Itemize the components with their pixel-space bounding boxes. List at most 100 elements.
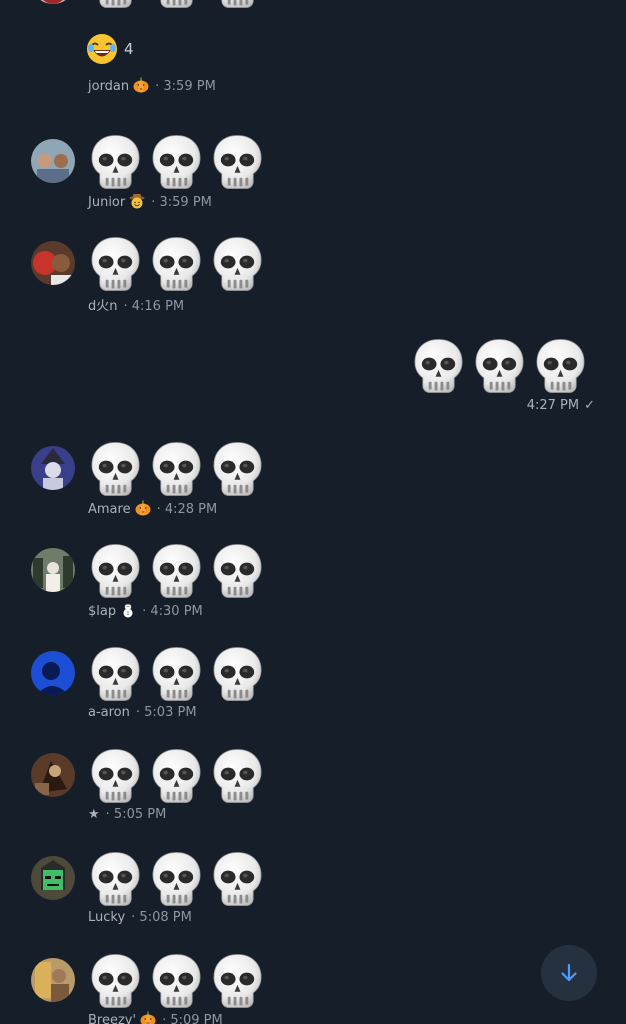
emoji-message xyxy=(88,747,265,807)
cowboy-hat-face-icon xyxy=(129,193,145,209)
skull-icon xyxy=(210,645,265,703)
skull-icon xyxy=(210,542,265,600)
scroll-to-bottom-button[interactable] xyxy=(541,945,597,1001)
emoji-message xyxy=(88,952,265,1012)
message-meta: ★ · 5:05 PM xyxy=(88,807,169,822)
skull-icon xyxy=(533,337,588,395)
avatar[interactable] xyxy=(31,958,75,1002)
arrow-down-icon xyxy=(561,963,577,982)
avatar[interactable] xyxy=(31,139,75,183)
skull-icon xyxy=(210,133,265,191)
emoji-message xyxy=(88,542,265,602)
avatar[interactable] xyxy=(31,856,75,900)
message-meta-jordan: jordan · 3:59 PM xyxy=(88,77,219,94)
skull-icon xyxy=(210,747,265,805)
skull-icon xyxy=(88,133,143,191)
author-name[interactable]: a-aron xyxy=(88,705,130,720)
author-name[interactable]: Breezy' xyxy=(88,1013,136,1024)
skull-icon xyxy=(149,542,204,600)
message-sent: 4:27 PM ✓ xyxy=(0,337,626,417)
skull-icon xyxy=(88,645,143,703)
emoji-message xyxy=(411,337,588,395)
message-star: ★ · 5:05 PM xyxy=(0,747,626,827)
emoji-message xyxy=(88,0,265,12)
message-junior: Junior · 3:59 PM xyxy=(0,133,626,213)
skull-icon xyxy=(149,440,204,498)
skull-icon xyxy=(210,440,265,498)
skull-icon xyxy=(88,235,143,293)
skull-icon xyxy=(149,235,204,293)
read-status-check-icon: ✓ xyxy=(584,398,595,413)
author-name[interactable]: Amare xyxy=(88,502,131,517)
avatar[interactable] xyxy=(31,241,75,285)
skull-icon xyxy=(149,952,204,1010)
author-name[interactable]: Lucky xyxy=(88,910,125,925)
avatar[interactable] xyxy=(31,651,75,695)
skull-icon xyxy=(210,952,265,1010)
reaction-pill[interactable]: 4 xyxy=(86,33,134,65)
skull-icon xyxy=(88,952,143,1010)
message-meta: $lap · 4:30 PM xyxy=(88,602,206,619)
message-dkn: d火n · 4:16 PM xyxy=(0,235,626,315)
avatar[interactable] xyxy=(31,753,75,797)
avatar[interactable] xyxy=(31,548,75,592)
message-meta: Breezy' · 5:09 PM xyxy=(88,1011,226,1024)
timestamp: · 4:28 PM xyxy=(156,502,218,517)
skull-icon xyxy=(210,850,265,908)
author-name[interactable]: d火n xyxy=(88,299,118,314)
skull-icon xyxy=(149,850,204,908)
timestamp: · 5:05 PM xyxy=(105,807,167,822)
laughing-emoji-icon xyxy=(87,34,117,64)
skull-icon xyxy=(210,235,265,293)
emoji-message xyxy=(88,440,265,500)
skull-icon xyxy=(88,542,143,600)
author-name[interactable]: jordan xyxy=(88,79,129,94)
message-aaron: a-aron · 5:03 PM xyxy=(0,645,626,725)
emoji-message xyxy=(88,645,265,705)
timestamp: · 4:16 PM xyxy=(123,299,185,314)
message-meta: a-aron · 5:03 PM xyxy=(88,705,200,720)
skull-icon xyxy=(411,337,466,395)
avatar[interactable] xyxy=(31,446,75,490)
emoji-message xyxy=(88,235,265,295)
skull-icon xyxy=(210,0,265,10)
timestamp: 4:27 PM xyxy=(526,398,580,413)
timestamp: · 3:59 PM xyxy=(155,79,216,94)
message-meta: Junior · 3:59 PM xyxy=(88,193,215,210)
skull-icon xyxy=(149,645,204,703)
pumpkin-icon xyxy=(140,1011,156,1024)
timestamp: · 5:03 PM xyxy=(135,705,197,720)
message-meta: d火n · 4:16 PM xyxy=(88,295,187,314)
skull-icon xyxy=(149,0,204,10)
pumpkin-icon xyxy=(133,77,149,93)
timestamp: · 5:09 PM xyxy=(162,1013,223,1024)
message-partial-top: 4 xyxy=(0,0,626,64)
message-breezy: Breezy' · 5:09 PM xyxy=(0,952,626,1024)
author-name[interactable]: Junior xyxy=(88,195,125,210)
reaction-count: 4 xyxy=(124,40,134,58)
message-meta: Amare · 4:28 PM xyxy=(88,500,220,517)
message-amare: Amare · 4:28 PM xyxy=(0,440,626,520)
skull-icon xyxy=(472,337,527,395)
author-name[interactable]: ★ xyxy=(88,807,100,822)
avatar[interactable] xyxy=(31,0,75,4)
snowman-icon xyxy=(120,602,136,618)
message-meta: Lucky · 5:08 PM xyxy=(88,910,195,925)
skull-icon xyxy=(88,0,143,10)
timestamp: · 3:59 PM xyxy=(151,195,212,210)
emoji-message xyxy=(88,133,265,193)
timestamp: · 4:30 PM xyxy=(142,604,203,619)
message-slap: $lap · 4:30 PM xyxy=(0,542,626,622)
emoji-message xyxy=(88,850,265,910)
timestamp: · 5:08 PM xyxy=(131,910,192,925)
message-meta: 4:27 PM ✓ xyxy=(527,398,595,413)
message-lucky: Lucky · 5:08 PM xyxy=(0,850,626,930)
chat-message-list[interactable]: 4 jordan · 3:59 PM Junior · 3:59 PM d火n · xyxy=(0,0,626,1024)
skull-icon xyxy=(88,850,143,908)
pumpkin-icon xyxy=(135,500,151,516)
author-name[interactable]: $lap xyxy=(88,604,116,619)
skull-icon xyxy=(88,440,143,498)
skull-icon xyxy=(88,747,143,805)
skull-icon xyxy=(149,133,204,191)
skull-icon xyxy=(149,747,204,805)
